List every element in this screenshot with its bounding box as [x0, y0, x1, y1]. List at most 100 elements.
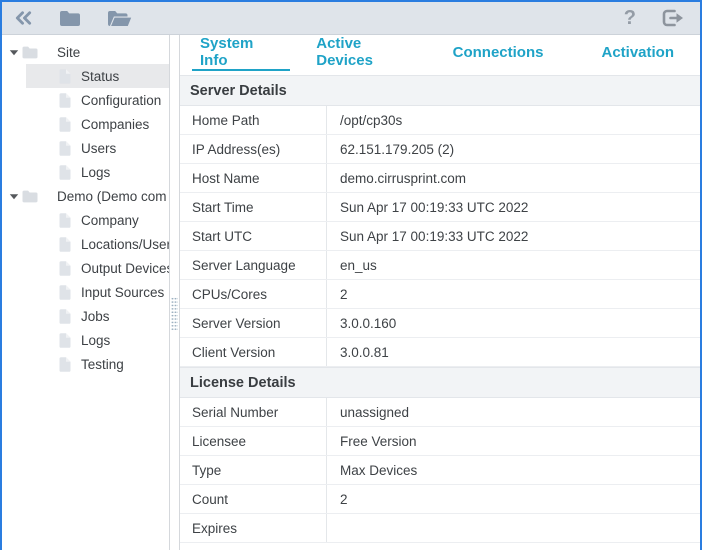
row-label: Host Name [180, 164, 327, 192]
tab-connections[interactable]: Connections [445, 35, 552, 71]
table-row-serial-number: Serial Numberunassigned [180, 398, 700, 427]
row-label: Server Language [180, 251, 327, 279]
row-value: Sun Apr 17 00:19:33 UTC 2022 [327, 193, 700, 221]
tree-item-demo-demo-com[interactable]: Demo (Demo com [2, 184, 169, 208]
tree-item-label: Input Sources [81, 285, 164, 300]
page-icon [59, 357, 71, 372]
table-row-server-language: Server Languageen_us [180, 251, 700, 280]
tree-item-locations-users[interactable]: Locations/Users [2, 232, 169, 256]
tab-system-info[interactable]: System Info [192, 35, 290, 71]
tree-item-status[interactable]: Status [2, 64, 169, 88]
tree-item-jobs[interactable]: Jobs [2, 304, 169, 328]
row-label: IP Address(es) [180, 135, 327, 163]
toolbar: ? [2, 2, 700, 35]
table-row-host-name: Host Namedemo.cirrusprint.com [180, 164, 700, 193]
row-value: Free Version [327, 427, 700, 455]
tree-item-label: Company [81, 213, 139, 228]
table-row-client-version: Client Version3.0.0.81 [180, 338, 700, 367]
row-label: Serial Number [180, 398, 327, 426]
page-icon [59, 117, 71, 132]
folder-icon [22, 190, 38, 203]
table-row-cpus-cores: CPUs/Cores2 [180, 280, 700, 309]
tree-item-label: Demo (Demo com [57, 189, 167, 204]
tree-item-output-devices[interactable]: Output Devices [2, 256, 169, 280]
page-icon [59, 285, 71, 300]
row-value [327, 514, 700, 542]
row-value: 3.0.0.81 [327, 338, 700, 366]
row-value: unassigned [327, 398, 700, 426]
app-window: ? SiteStatus Configuration Companies Users L… [0, 0, 702, 550]
row-label: Client Version [180, 338, 327, 366]
logout-icon[interactable] [662, 9, 684, 27]
page-icon [59, 261, 71, 276]
page-icon [59, 69, 71, 84]
tab-activation[interactable]: Activation [593, 35, 682, 71]
navigation-tree: SiteStatus Configuration Companies Users Log… [2, 35, 169, 550]
table-row-start-utc: Start UTCSun Apr 17 00:19:33 UTC 2022 [180, 222, 700, 251]
table-row-type: TypeMax Devices [180, 456, 700, 485]
folder-icon [22, 46, 38, 59]
row-label: Type [180, 456, 327, 484]
main-panel: System Info Active Devices Connections Acti… [180, 35, 700, 550]
section-header-server-details: Server Details [180, 75, 700, 106]
section-header-license-details: License Details [180, 367, 700, 398]
tree-item-testing[interactable]: Testing [2, 352, 169, 376]
details-table: Server DetailsHome Path/opt/cp30sIP Addr… [180, 75, 700, 550]
table-row-ip-address-es: IP Address(es)62.151.179.205 (2) [180, 135, 700, 164]
row-value: 2 [327, 280, 700, 308]
sidebar-splitter[interactable] [169, 35, 180, 550]
tree-item-logs[interactable]: Logs [2, 328, 169, 352]
tree-item-label: Status [81, 69, 119, 84]
page-icon [59, 333, 71, 348]
folder-closed-icon[interactable] [59, 10, 81, 27]
tree-item-site[interactable]: Site [2, 40, 169, 64]
tree-item-label: Output Devices [81, 261, 169, 276]
expander-caret-down-icon[interactable] [9, 49, 22, 56]
tree-item-input-sources[interactable]: Input Sources [2, 280, 169, 304]
page-icon [59, 213, 71, 228]
collapse-sidebar-icon[interactable] [14, 10, 33, 26]
table-row-start-time: Start TimeSun Apr 17 00:19:33 UTC 2022 [180, 193, 700, 222]
tree-item-label: Site [57, 45, 80, 60]
tab-active-devices[interactable]: Active Devices [308, 35, 426, 71]
row-label: Start Time [180, 193, 327, 221]
tree-item-users[interactable]: Users [2, 136, 169, 160]
row-value: Sun Apr 17 00:19:33 UTC 2022 [327, 222, 700, 250]
table-row-home-path: Home Path/opt/cp30s [180, 106, 700, 135]
tree-item-companies[interactable]: Companies [2, 112, 169, 136]
tree-item-label: Users [81, 141, 116, 156]
row-label: CPUs/Cores [180, 280, 327, 308]
tree-item-label: Configuration [81, 93, 161, 108]
tree-item-label: Jobs [81, 309, 110, 324]
tree-item-logs[interactable]: Logs [2, 160, 169, 184]
row-label: Licensee [180, 427, 327, 455]
row-value: 62.151.179.205 (2) [327, 135, 700, 163]
page-icon [59, 165, 71, 180]
page-icon [59, 237, 71, 252]
row-value: 2 [327, 485, 700, 513]
page-icon [59, 141, 71, 156]
row-value: 3.0.0.160 [327, 309, 700, 337]
row-label: Start UTC [180, 222, 327, 250]
row-label: Expires [180, 514, 327, 542]
tree-item-label: Locations/Users [81, 237, 169, 252]
row-label: Home Path [180, 106, 327, 134]
row-value: Max Devices [327, 456, 700, 484]
page-icon [59, 309, 71, 324]
row-value: demo.cirrusprint.com [327, 164, 700, 192]
row-label: Count [180, 485, 327, 513]
table-row-licensee: LicenseeFree Version [180, 427, 700, 456]
row-value: en_us [327, 251, 700, 279]
expander-caret-down-icon[interactable] [9, 193, 22, 200]
splitter-drag-handle-icon[interactable] [171, 297, 178, 331]
tree-item-company[interactable]: Company [2, 208, 169, 232]
page-icon [59, 93, 71, 108]
table-row-expires: Expires [180, 514, 700, 543]
tree-item-label: Logs [81, 165, 110, 180]
tree-item-configuration[interactable]: Configuration [2, 88, 169, 112]
table-row-count: Count2 [180, 485, 700, 514]
row-label: Server Version [180, 309, 327, 337]
help-icon[interactable]: ? [624, 8, 636, 28]
folder-open-icon[interactable] [107, 10, 132, 27]
tree-item-label: Logs [81, 333, 110, 348]
